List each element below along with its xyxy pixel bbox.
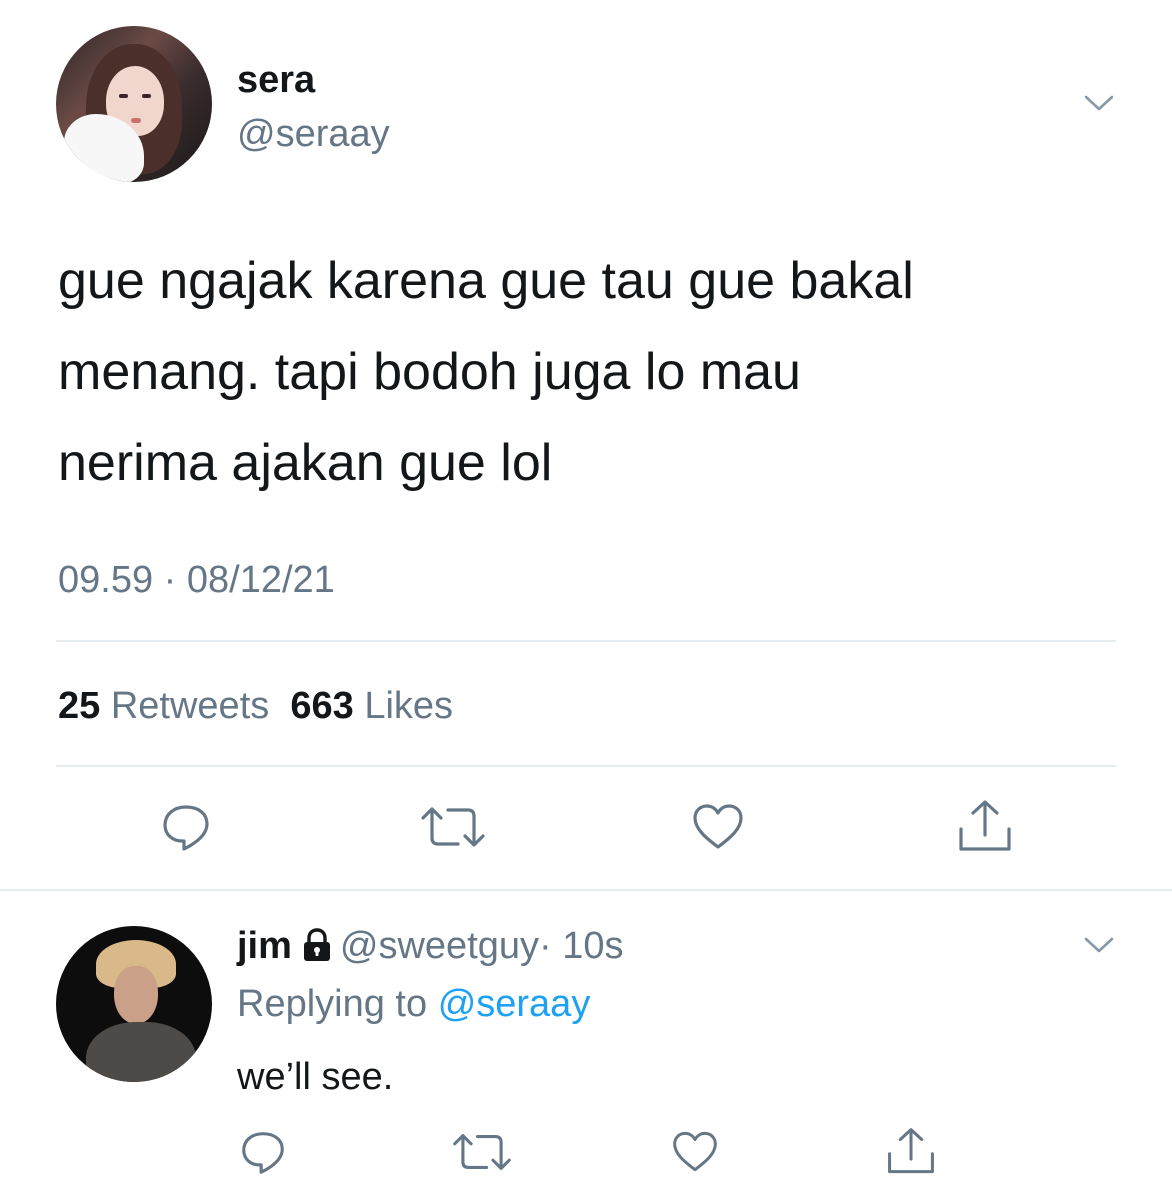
avatar-eye xyxy=(142,94,151,98)
divider xyxy=(56,765,1116,767)
tweet-text-line: gue ngajak karena gue tau gue bakal xyxy=(58,252,914,310)
tweet-stats: 25 Retweets 663 Likes xyxy=(58,682,453,730)
chevron-down-icon[interactable] xyxy=(1084,936,1114,954)
likes-stat[interactable]: 663 Likes xyxy=(290,685,453,727)
author-display-name[interactable]: sera xyxy=(237,58,315,102)
replying-to: Replying to @seraay xyxy=(237,980,590,1028)
avatar-eye xyxy=(119,94,128,98)
avatar-lips xyxy=(131,118,141,123)
divider xyxy=(0,889,1172,891)
likes-label: Likes xyxy=(364,685,454,727)
tweet-text-line: nerima ajakan gue lol xyxy=(58,434,553,492)
share-icon[interactable] xyxy=(957,799,1013,855)
tweet-text: gue ngajak karena gue tau gue bakal mena… xyxy=(58,236,1098,509)
like-icon[interactable] xyxy=(672,1130,718,1174)
reply-time: · 10s xyxy=(539,925,624,967)
reply-icon[interactable] xyxy=(240,1131,286,1175)
retweets-stat[interactable]: 25 Retweets xyxy=(58,685,269,727)
retweets-count: 25 xyxy=(58,685,101,727)
author-handle[interactable]: @seraay xyxy=(237,112,390,156)
tweet-text-line: menang. tapi bodoh juga lo mau xyxy=(58,343,801,401)
avatar-sera[interactable] xyxy=(56,26,212,182)
lock-icon xyxy=(300,926,334,974)
avatar-jim[interactable] xyxy=(56,926,212,1082)
likes-count: 663 xyxy=(290,685,354,727)
retweet-icon[interactable] xyxy=(452,1131,512,1173)
reply-text: we’ll see. xyxy=(237,1056,394,1098)
chevron-down-icon[interactable] xyxy=(1084,94,1114,112)
retweet-icon[interactable] xyxy=(420,804,486,850)
tweet-timestamp[interactable]: 09.59 · 08/12/21 xyxy=(58,556,335,604)
replying-to-label: Replying to xyxy=(237,983,428,1025)
replying-to-mention[interactable]: @seraay xyxy=(438,983,591,1025)
avatar-face xyxy=(114,966,158,1024)
avatar-coat xyxy=(86,1022,196,1082)
share-icon[interactable] xyxy=(886,1127,936,1177)
reply-header: jim @sweetguy· 10s xyxy=(237,922,624,974)
reply-author-name[interactable]: jim xyxy=(237,925,292,967)
reply-author-handle[interactable]: @sweetguy xyxy=(340,925,539,967)
retweets-label: Retweets xyxy=(110,685,270,727)
divider xyxy=(56,640,1116,642)
reply-icon[interactable] xyxy=(161,804,211,852)
like-icon[interactable] xyxy=(692,803,744,851)
